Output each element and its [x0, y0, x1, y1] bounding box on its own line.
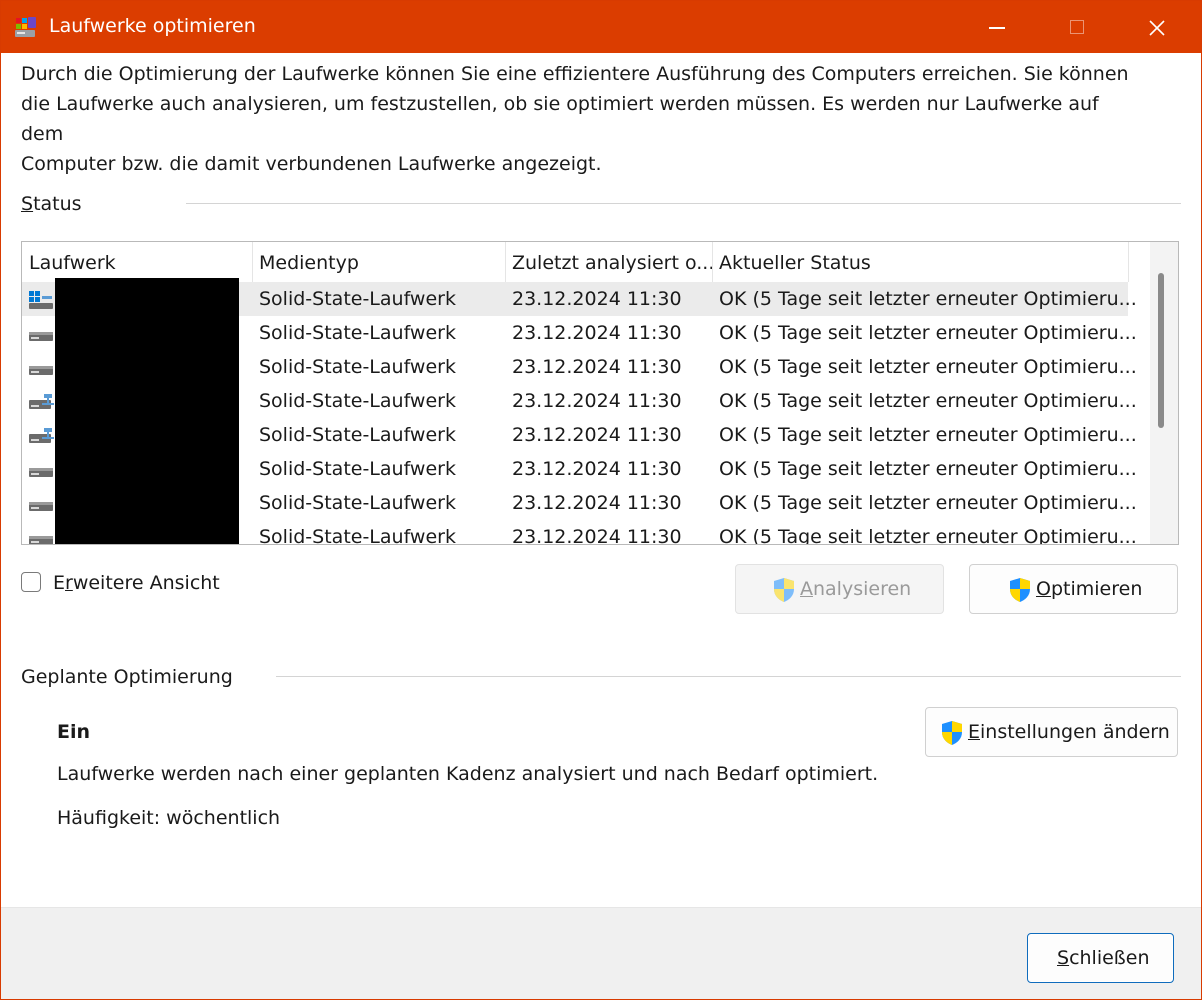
maximize-button — [1037, 1, 1117, 53]
advanced-view-label[interactable]: Erweitere Ansicht — [53, 572, 220, 594]
media-type-cell: Solid-State-Laufwerk — [259, 322, 456, 344]
status-cell: OK (5 Tage seit letzter erneuter Optimie… — [719, 458, 1137, 480]
status-cell: OK (5 Tage seit letzter erneuter Optimie… — [719, 322, 1137, 344]
schedule-state: Ein — [57, 721, 91, 743]
column-header-media-type[interactable]: Medientyp — [252, 242, 505, 282]
defrag-app-icon — [13, 15, 39, 39]
advanced-view-accesskey: r — [65, 572, 73, 594]
scrollbar-thumb[interactable] — [1158, 273, 1164, 428]
status-section-label: Status — [21, 193, 82, 215]
close-window-button[interactable] — [1117, 1, 1197, 53]
column-header-last-analyzed[interactable]: Zuletzt analysiert o... — [505, 242, 712, 282]
intro-line: Computer bzw. die damit verbundenen Lauf… — [21, 153, 602, 175]
column-divider[interactable] — [1128, 242, 1129, 282]
last-analyzed-cell: 23.12.2024 11:30 — [512, 424, 682, 446]
advanced-view-label-first: E — [53, 572, 66, 594]
last-analyzed-cell: 23.12.2024 11:30 — [512, 322, 682, 344]
maximize-icon — [1070, 20, 1084, 34]
change-settings-button[interactable]: Einstellungen ändern — [925, 707, 1178, 757]
advanced-view-checkbox[interactable] — [21, 572, 41, 592]
status-label-text: tatus — [33, 193, 82, 215]
close-button[interactable]: Schließen — [1027, 933, 1174, 983]
media-type-cell: Solid-State-Laufwerk — [259, 390, 456, 412]
drive-icon — [28, 494, 54, 514]
status-cell: OK (5 Tage seit letzter erneuter Optimie… — [719, 356, 1137, 378]
window-title: Laufwerke optimieren — [49, 15, 256, 37]
close-label: Schließen — [1057, 947, 1150, 969]
status-cell: OK (5 Tage seit letzter erneuter Optimie… — [719, 492, 1137, 514]
intro-text: Durch die Optimierung der Laufwerke könn… — [21, 59, 1131, 179]
schedule-frequency: Häufigkeit: wöchentlich — [57, 807, 281, 829]
drive-icon — [28, 460, 54, 480]
drive-icon — [28, 528, 54, 544]
optimize-drives-window: Laufwerke optimieren Durch die Optimieru… — [0, 0, 1202, 1000]
status-cell: OK (5 Tage seit letzter erneuter Optimie… — [719, 526, 1137, 545]
last-analyzed-cell: 23.12.2024 11:30 — [512, 492, 682, 514]
optimize-button[interactable]: Optimieren — [969, 564, 1178, 614]
media-type-cell: Solid-State-Laufwerk — [259, 492, 456, 514]
close-icon — [1149, 20, 1165, 36]
intro-line: die Laufwerke auch analysieren, um festz… — [21, 93, 1099, 145]
media-type-cell: Solid-State-Laufwerk — [259, 424, 456, 446]
media-type-cell: Solid-State-Laufwerk — [259, 526, 456, 545]
change-settings-label: Einstellungen ändern — [968, 721, 1170, 743]
schedule-description: Laufwerke werden nach einer geplanten Ka… — [57, 763, 879, 785]
drive-list[interactable]: Laufwerk Medientyp Zuletzt analysiert o.… — [21, 241, 1179, 545]
network-drive-icon — [28, 426, 54, 446]
media-type-cell: Solid-State-Laufwerk — [259, 356, 456, 378]
last-analyzed-cell: 23.12.2024 11:30 — [512, 356, 682, 378]
drive-icon — [28, 358, 54, 378]
scheduled-divider — [276, 676, 1181, 677]
windows-drive-icon — [28, 290, 54, 310]
drive-icon — [28, 324, 54, 344]
uac-shield-icon — [772, 577, 796, 603]
network-drive-icon — [28, 392, 54, 412]
status-cell: OK (5 Tage seit letzter erneuter Optimie… — [719, 390, 1137, 412]
analyze-button[interactable]: Analysieren — [735, 564, 944, 614]
status-divider — [186, 203, 1181, 204]
status-label-accesskey: S — [21, 193, 34, 215]
optimize-label: Optimieren — [1036, 578, 1143, 600]
uac-shield-icon — [1008, 577, 1032, 603]
minimize-icon — [989, 27, 1005, 29]
drive-list-header: Laufwerk Medientyp Zuletzt analysiert o.… — [22, 242, 1148, 282]
uac-shield-icon — [940, 720, 964, 746]
status-cell: OK (5 Tage seit letzter erneuter Optimie… — [719, 424, 1137, 446]
last-analyzed-cell: 23.12.2024 11:30 — [512, 390, 682, 412]
column-header-current-status[interactable]: Aktueller Status — [712, 242, 1128, 282]
last-analyzed-cell: 23.12.2024 11:30 — [512, 288, 682, 310]
analyze-label: Analysieren — [800, 578, 912, 600]
vertical-scrollbar[interactable] — [1150, 242, 1178, 544]
column-header-drive[interactable]: Laufwerk — [22, 242, 252, 282]
last-analyzed-cell: 23.12.2024 11:30 — [512, 526, 682, 545]
minimize-button[interactable] — [957, 1, 1037, 53]
media-type-cell: Solid-State-Laufwerk — [259, 288, 456, 310]
title-bar[interactable]: Laufwerke optimieren — [1, 1, 1201, 53]
media-type-cell: Solid-State-Laufwerk — [259, 458, 456, 480]
advanced-view-label-rest: weitere Ansicht — [72, 572, 220, 594]
intro-line: Durch die Optimierung der Laufwerke könn… — [21, 63, 1129, 85]
status-cell: OK (5 Tage seit letzter erneuter Optimie… — [719, 288, 1137, 310]
dialog-footer: Schließen — [1, 907, 1201, 999]
redaction-block — [55, 278, 239, 544]
last-analyzed-cell: 23.12.2024 11:30 — [512, 458, 682, 480]
scheduled-section-label: Geplante Optimierung — [21, 666, 233, 688]
